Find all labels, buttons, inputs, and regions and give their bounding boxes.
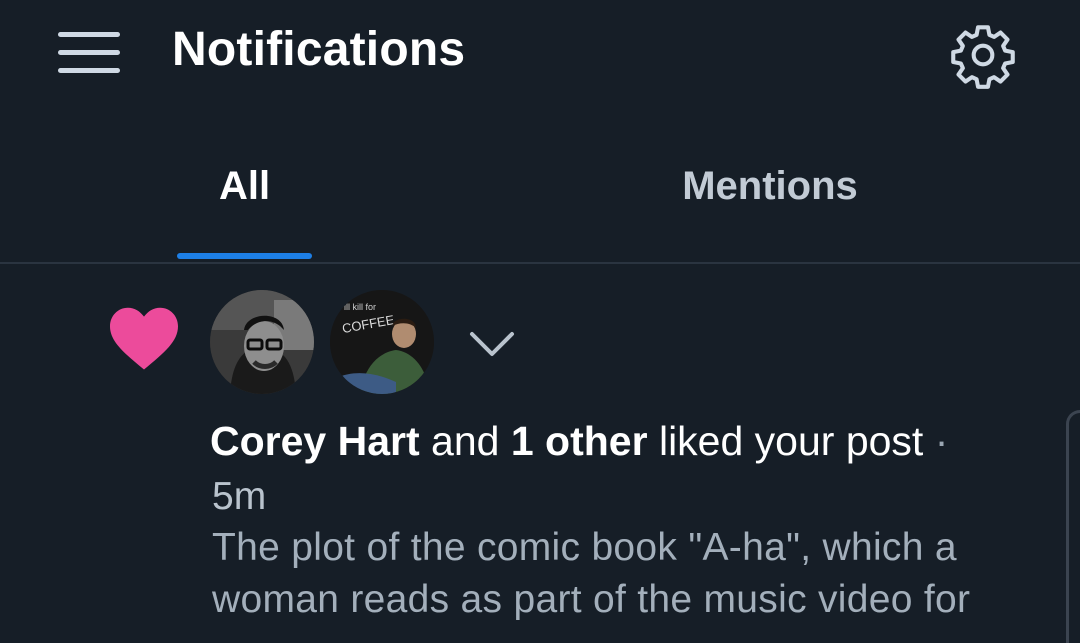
gear-icon (951, 25, 1015, 89)
avatar[interactable]: ill kill for COFFEE (330, 290, 434, 394)
user-photo-2: ill kill for COFFEE (330, 290, 434, 394)
expand-button[interactable] (466, 324, 518, 364)
tab-bar: All Mentions (0, 140, 1080, 264)
tab-all[interactable]: All (177, 164, 312, 260)
user-photo-1 (210, 290, 314, 394)
heart-icon (110, 307, 178, 370)
timestamp: 5m (212, 475, 267, 518)
selected-tab-indicator (177, 253, 312, 259)
settings-button[interactable] (948, 20, 1018, 90)
page-title: Notifications (172, 23, 466, 76)
separator-dot: · (934, 418, 949, 464)
svg-text:ill kill for: ill kill for (344, 302, 376, 312)
others-count[interactable]: 1 other (511, 418, 648, 464)
actor-name[interactable]: Corey Hart (210, 418, 420, 464)
avatar[interactable] (210, 290, 314, 394)
chevron-down-icon (470, 332, 514, 356)
menu-button[interactable] (58, 30, 120, 76)
overlay-edge (1066, 410, 1080, 643)
top-app-bar: Notifications (0, 0, 1080, 110)
tab-mentions[interactable]: Mentions (640, 164, 900, 260)
hamburger-menu-icon (58, 32, 120, 37)
notification-text: Corey Hart and 1 other liked your post · (210, 418, 949, 464)
post-snippet: The plot of the comic book "A-ha", which… (212, 526, 971, 621)
notification-item[interactable]: ill kill for COFFEE Corey Hart and 1 oth… (0, 264, 1080, 627)
